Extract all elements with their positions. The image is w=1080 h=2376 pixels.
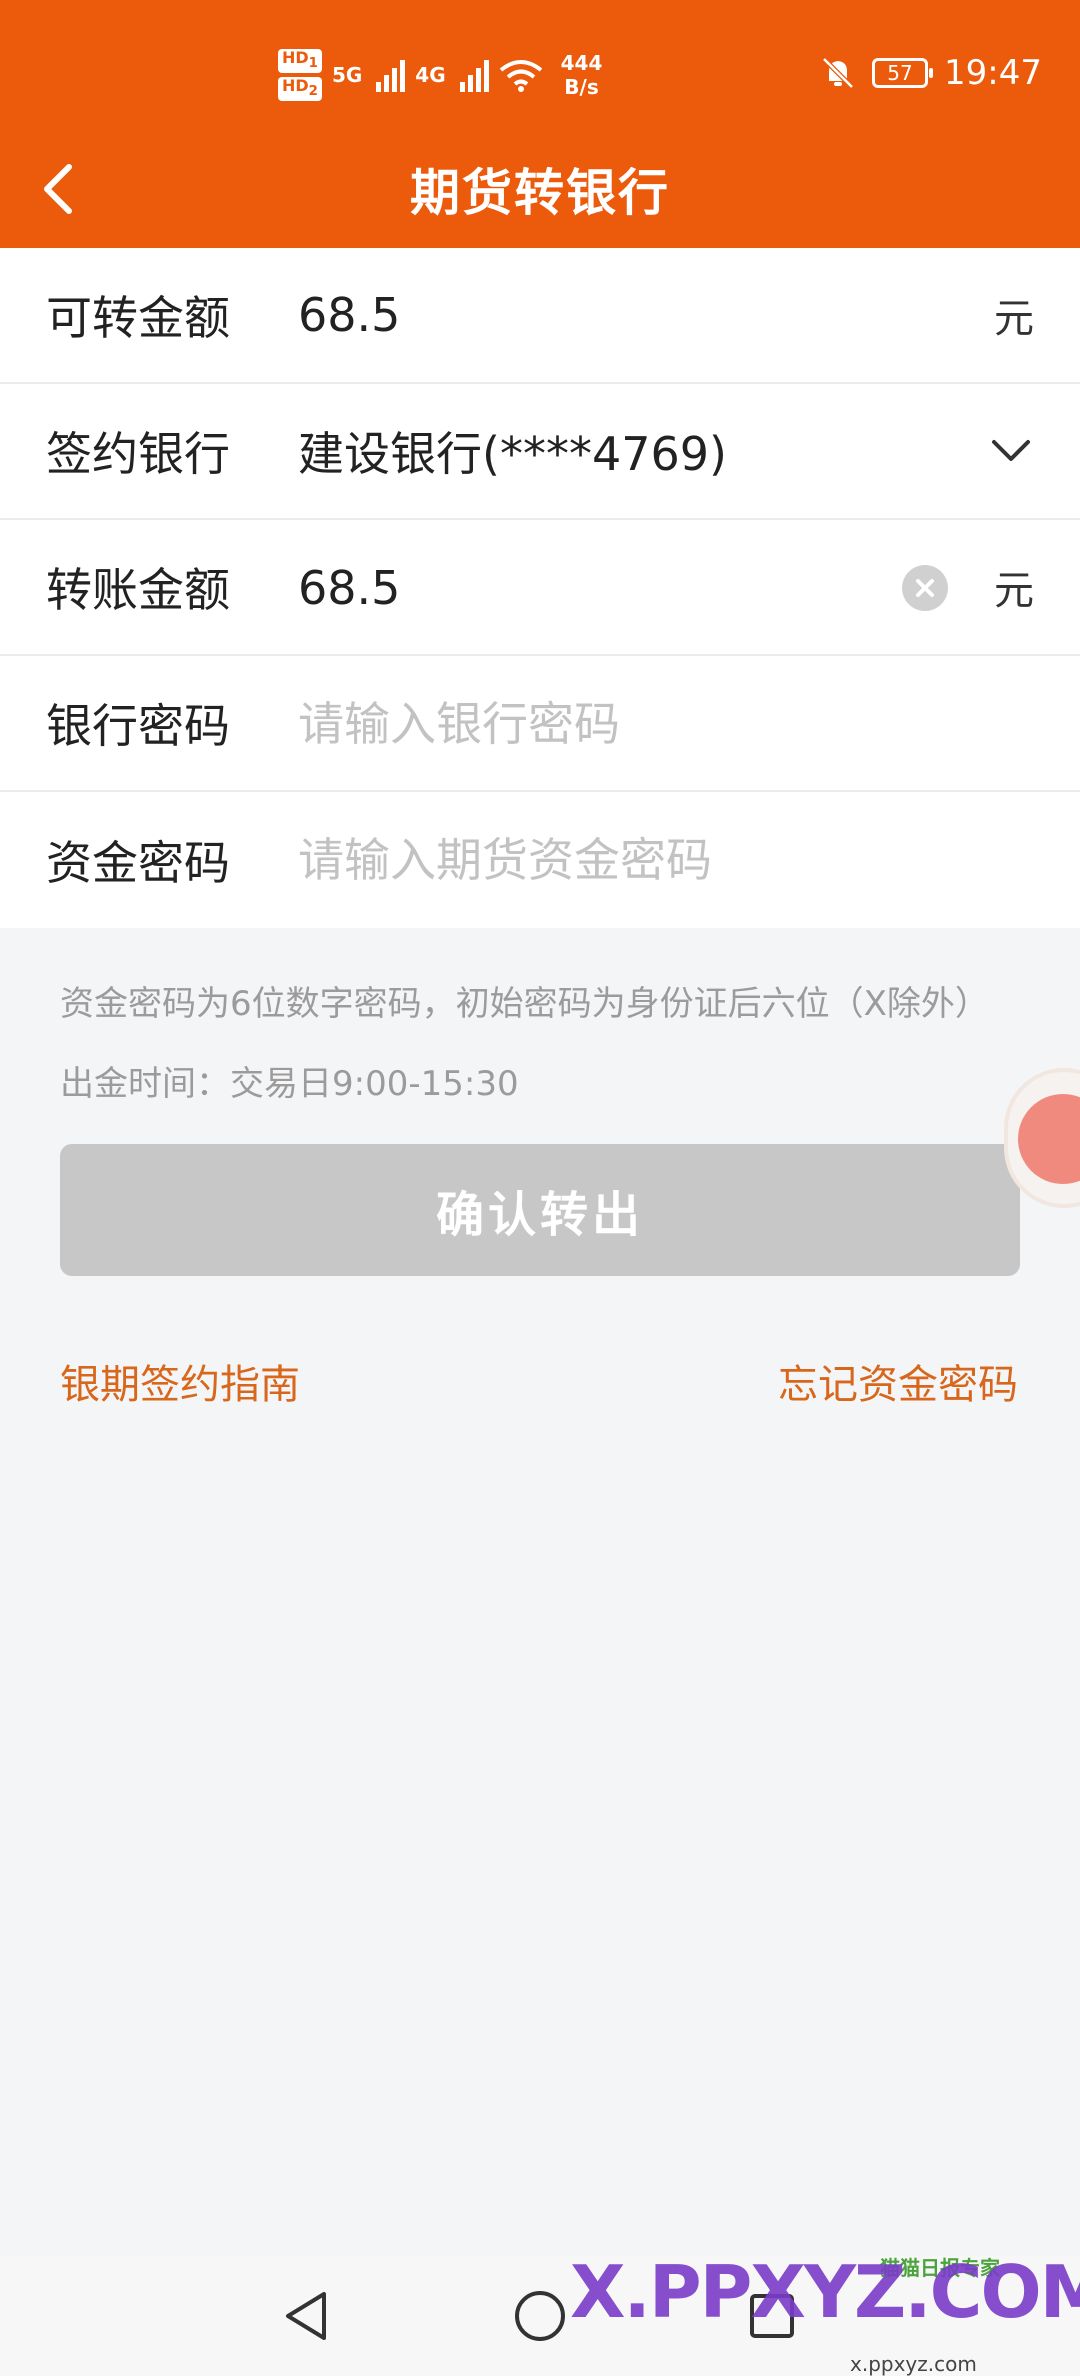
network-type-2: 4G (415, 63, 446, 87)
transfer-amount-label: 转账金额 (46, 563, 230, 617)
available-amount-value: 68.5 (298, 288, 401, 342)
chevron-down-icon[interactable] (988, 428, 1034, 474)
forgot-fund-password-link[interactable]: 忘记资金密码 (778, 1352, 1018, 1410)
bank-label: 签约银行 (46, 427, 230, 481)
fund-password-row: 资金密码 (0, 792, 1080, 928)
back-button[interactable] (22, 154, 92, 224)
available-amount-unit: 元 (994, 296, 1034, 342)
withdraw-time-hint: 出金时间：交易日9:00-15:30 (60, 1064, 519, 1104)
clear-input-button[interactable] (902, 565, 948, 611)
bank-password-label: 银行密码 (46, 699, 230, 753)
back-triangle-icon[interactable] (278, 2286, 338, 2346)
nav-bar: 期货转银行 (0, 130, 1080, 248)
assistant-avatar-icon (1018, 1094, 1080, 1184)
app-header: HD1 HD2 5G 4G 444 B/s 57 19:47 期货转银行 (0, 0, 1080, 248)
network-speed: 444 B/s (560, 51, 603, 99)
status-bar: HD1 HD2 5G 4G 444 B/s 57 19:47 (0, 0, 1080, 150)
transfer-amount-input[interactable] (298, 558, 878, 618)
hd-sim2-badge: HD2 (278, 77, 322, 102)
available-amount-row: 可转金额 68.5 元 (0, 248, 1080, 384)
page-title: 期货转银行 (410, 164, 670, 222)
bank-password-input[interactable] (298, 694, 998, 754)
watermark-logo: X.PPXYZ.COM (570, 2250, 1080, 2334)
transfer-amount-row: 转账金额 元 (0, 520, 1080, 656)
password-rule-hint: 资金密码为6位数字密码，初始密码为身份证后六位（X除外） (60, 984, 989, 1024)
hd-indicators: HD1 HD2 (278, 48, 322, 102)
bell-muted-icon (822, 57, 854, 89)
signal-indicators: HD1 HD2 5G 4G 444 B/s (278, 40, 602, 110)
home-circle-icon[interactable] (510, 2286, 570, 2346)
fund-password-input[interactable] (298, 830, 998, 890)
wifi-icon (499, 60, 542, 92)
status-time: 19:47 (944, 53, 1042, 93)
network-type-1: 5G (331, 63, 363, 87)
watermark-url: x.ppxyz.com (850, 2352, 977, 2376)
confirm-transfer-button[interactable]: 确认转出 (60, 1144, 1020, 1276)
bank-password-row: 银行密码 (0, 656, 1080, 792)
status-right: 57 19:47 (820, 48, 1042, 98)
bank-selected-value[interactable]: 建设银行(****4769) (298, 418, 727, 484)
close-icon (916, 579, 934, 597)
bank-select-row[interactable]: 签约银行 建设银行(****4769) (0, 384, 1080, 520)
chevron-left-icon (44, 164, 72, 214)
transfer-form: 可转金额 68.5 元 签约银行 建设银行(****4769) 转账金额 元 银… (0, 248, 1080, 928)
signal-bars-2-icon (459, 58, 489, 92)
bank-futures-guide-link[interactable]: 银期签约指南 (60, 1352, 300, 1410)
signal-bars-1-icon (376, 58, 406, 92)
available-amount-label: 可转金额 (46, 291, 230, 345)
hd-sim1-badge: HD1 (278, 48, 322, 73)
battery-icon: 57 (872, 58, 934, 88)
fund-password-label: 资金密码 (46, 836, 230, 890)
transfer-amount-unit: 元 (994, 568, 1034, 614)
